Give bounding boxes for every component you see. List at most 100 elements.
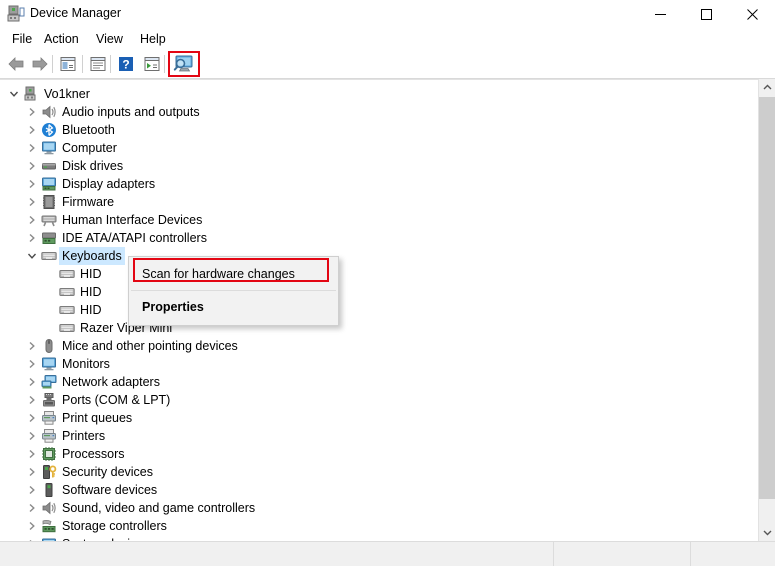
chevron-right-icon[interactable] <box>26 412 38 424</box>
toolbar-separator <box>110 55 111 73</box>
tree-item-label: Vo1kner <box>44 87 90 101</box>
printer-icon <box>40 428 57 444</box>
tree-item[interactable]: Firmware <box>0 193 775 211</box>
back-arrow-icon[interactable] <box>4 52 28 76</box>
tree-item-label: IDE ATA/ATAPI controllers <box>62 231 207 245</box>
tree-item[interactable]: HID <box>0 301 775 319</box>
tree-item-label: Software devices <box>62 483 158 497</box>
tree-item[interactable]: Disk drives <box>0 157 775 175</box>
tree-item-label: Printers <box>62 429 106 443</box>
chevron-right-icon[interactable] <box>26 178 38 190</box>
tree-item-label: Mice and other pointing devices <box>62 339 238 353</box>
tree-item[interactable]: Keyboards <box>0 247 775 265</box>
tree-item[interactable]: Human Interface Devices <box>0 211 775 229</box>
tree-item[interactable]: Audio inputs and outputs <box>0 103 775 121</box>
keyboard-icon <box>58 320 75 336</box>
chevron-right-icon[interactable] <box>26 394 38 406</box>
svg-text:?: ? <box>122 58 129 72</box>
tree-item[interactable]: Display adapters <box>0 175 775 193</box>
tree-item[interactable]: Sound, video and game controllers <box>0 499 775 517</box>
properties-icon[interactable] <box>86 52 110 76</box>
tree-item[interactable]: Security devices <box>0 463 775 481</box>
chevron-right-icon[interactable] <box>26 160 38 172</box>
tree-item[interactable]: Processors <box>0 445 775 463</box>
menu-action[interactable]: Action <box>38 28 85 50</box>
storage-controller-icon <box>40 518 57 534</box>
network-adapter-icon <box>40 374 57 390</box>
menu-view[interactable]: View <box>90 28 129 50</box>
tree-item[interactable]: Printers <box>0 427 775 445</box>
device-tree[interactable]: Vo1kner Audio inputs and outputs Bluetooth… <box>0 79 775 542</box>
tree-item-label: Display adapters <box>62 177 156 191</box>
vertical-scrollbar[interactable] <box>758 79 775 541</box>
tree-root-item[interactable]: Vo1kner <box>0 85 766 103</box>
update-driver-icon[interactable] <box>140 52 164 76</box>
keyboard-icon <box>58 266 75 282</box>
tree-item[interactable]: Computer <box>0 139 775 157</box>
menu-file[interactable]: File <box>6 28 38 50</box>
tree-item-label: HID <box>80 285 102 299</box>
chevron-right-icon[interactable] <box>26 376 38 388</box>
tree-item[interactable]: Ports (COM & LPT) <box>0 391 775 409</box>
tree-item[interactable]: Software devices <box>0 481 775 499</box>
chevron-right-icon[interactable] <box>26 502 38 514</box>
tree-item[interactable]: HID <box>0 265 775 283</box>
scroll-down-button[interactable] <box>759 524 775 541</box>
hid-icon <box>40 212 57 228</box>
tree-item[interactable]: Razer Viper Mini <box>0 319 775 337</box>
chevron-right-icon[interactable] <box>26 466 38 478</box>
show-hide-console-tree-icon[interactable] <box>56 52 80 76</box>
chevron-right-icon[interactable] <box>26 484 38 496</box>
chevron-right-icon[interactable] <box>26 358 38 370</box>
chevron-down-icon[interactable] <box>26 250 38 262</box>
scrollbar-thumb[interactable] <box>759 97 775 499</box>
chevron-right-icon[interactable] <box>26 520 38 532</box>
maximize-button[interactable] <box>683 0 729 28</box>
speaker-icon <box>40 104 57 120</box>
close-button[interactable] <box>729 0 775 28</box>
tree-item-label: Monitors <box>62 357 110 371</box>
menu-help[interactable]: Help <box>134 28 172 50</box>
tree-item-label: HID <box>80 267 102 281</box>
context-menu-separator <box>131 290 336 291</box>
help-icon[interactable]: ? <box>114 52 138 76</box>
tree-item[interactable]: IDE ATA/ATAPI controllers <box>0 229 775 247</box>
chevron-right-icon[interactable] <box>26 214 38 226</box>
scroll-up-button[interactable] <box>759 79 775 96</box>
speaker-icon <box>40 500 57 516</box>
chevron-right-icon[interactable] <box>26 106 38 118</box>
chevron-down-icon[interactable] <box>8 88 20 100</box>
chevron-right-icon[interactable] <box>26 142 38 154</box>
chevron-right-icon[interactable] <box>26 340 38 352</box>
tree-item[interactable]: Network adapters <box>0 373 775 391</box>
forward-arrow-icon[interactable] <box>28 52 52 76</box>
minimize-button[interactable] <box>637 0 683 28</box>
tree-item[interactable]: Monitors <box>0 355 775 373</box>
chevron-right-icon[interactable] <box>26 124 38 136</box>
monitor-icon <box>40 140 57 156</box>
chevron-right-icon[interactable] <box>26 448 38 460</box>
tree-item-label: Processors <box>62 447 125 461</box>
keyboard-icon <box>58 284 75 300</box>
chevron-right-icon[interactable] <box>26 196 38 208</box>
monitor-icon <box>40 356 57 372</box>
context-menu-item-properties[interactable]: Properties <box>129 295 338 319</box>
tree-item-label: HID <box>80 303 102 317</box>
tree-item[interactable]: Bluetooth <box>0 121 775 139</box>
chevron-right-icon[interactable] <box>26 232 38 244</box>
tree-item-label: Network adapters <box>62 375 160 389</box>
bluetooth-icon <box>40 122 57 138</box>
tree-item-label: Human Interface Devices <box>62 213 203 227</box>
chevron-right-icon[interactable] <box>26 430 38 442</box>
mouse-icon <box>40 338 57 354</box>
tree-item[interactable]: Print queues <box>0 409 775 427</box>
tree-item[interactable]: Mice and other pointing devices <box>0 337 775 355</box>
tree-item-label: Bluetooth <box>62 123 115 137</box>
toolbar-highlight-box <box>168 51 200 77</box>
tree-item[interactable]: HID <box>0 283 775 301</box>
toolbar-separator <box>82 55 83 73</box>
tree-item[interactable]: Storage controllers <box>0 517 775 535</box>
context-menu-highlight-box <box>133 258 329 282</box>
